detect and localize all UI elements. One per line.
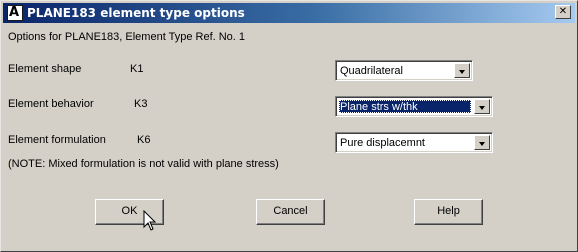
dropdown-arrow-icon[interactable]	[474, 135, 490, 150]
help-button[interactable]: Help	[414, 199, 483, 225]
window-title: PLANE183 element type options	[27, 6, 245, 20]
element-behavior-select[interactable]: Plane strs w/thk	[335, 96, 493, 117]
element-behavior-key: K3	[134, 98, 148, 110]
element-formulation-key: K6	[137, 134, 151, 146]
close-icon: ✕	[558, 6, 568, 17]
element-formulation-value: Pure displacemnt	[340, 137, 425, 149]
app-icon-letter: A	[9, 5, 20, 20]
dropdown-arrow-icon[interactable]	[454, 63, 470, 78]
element-formulation-select[interactable]: Pure displacemnt	[335, 132, 493, 153]
element-behavior-label: Element behavior	[8, 98, 94, 110]
dialog-header-text: Options for PLANE183, Element Type Ref. …	[8, 31, 246, 43]
dropdown-arrow-icon[interactable]	[474, 99, 490, 114]
element-shape-select[interactable]: Quadrilateral	[335, 60, 473, 81]
mixed-formulation-note: (NOTE: Mixed formulation is not valid wi…	[8, 158, 279, 170]
element-behavior-value: Plane strs w/thk	[339, 100, 471, 113]
app-icon: A	[7, 5, 23, 21]
element-formulation-label: Element formulation	[8, 134, 106, 146]
mouse-pointer-icon	[143, 210, 157, 231]
element-shape-value: Quadrilateral	[340, 65, 403, 77]
cancel-button[interactable]: Cancel	[256, 199, 325, 225]
element-shape-key: K1	[130, 63, 144, 75]
element-shape-label: Element shape	[8, 63, 82, 75]
title-bar[interactable]: A PLANE183 element type options ✕	[3, 3, 575, 23]
close-button[interactable]: ✕	[555, 5, 571, 19]
element-type-options-dialog: A PLANE183 element type options ✕ Option…	[0, 0, 578, 252]
